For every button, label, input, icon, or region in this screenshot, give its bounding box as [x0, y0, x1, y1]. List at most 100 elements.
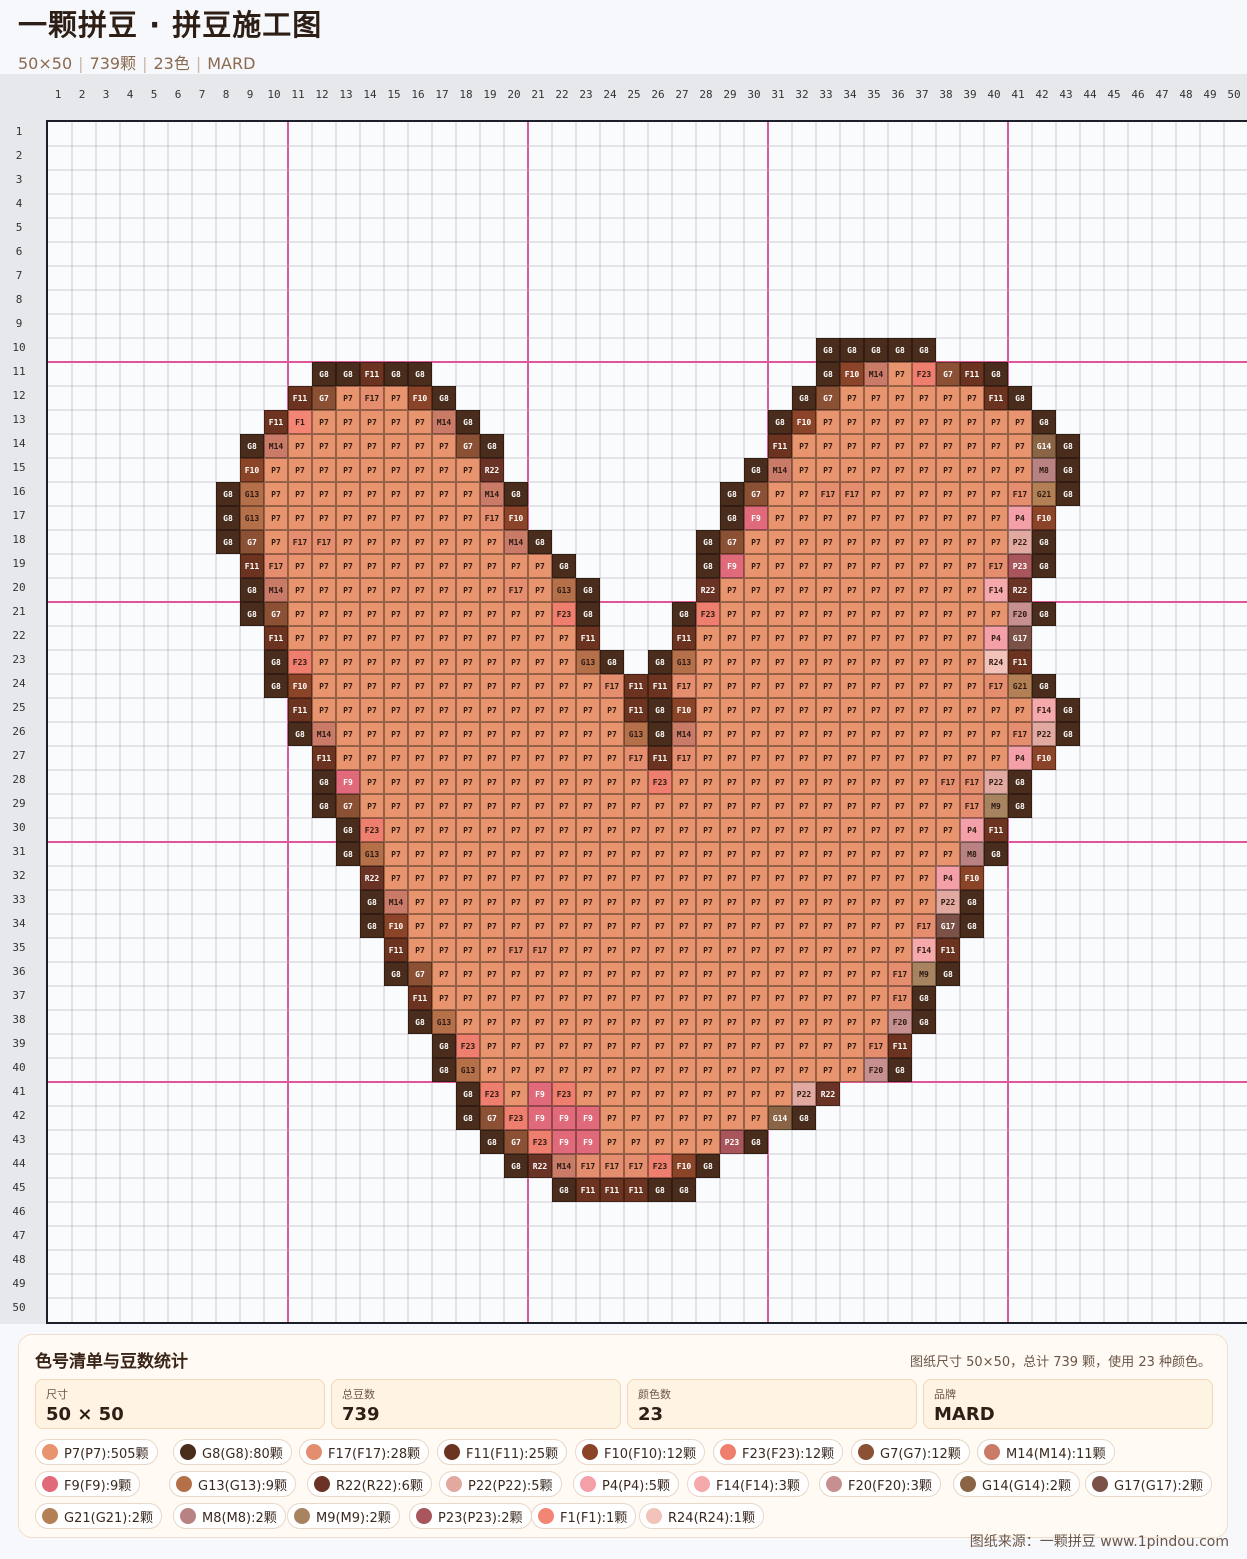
- bead-cell: P7: [432, 626, 456, 650]
- bead-cell: P7: [744, 938, 768, 962]
- bead-cell: P7: [864, 818, 888, 842]
- bead-cell: P7: [528, 842, 552, 866]
- bead-cell: P7: [768, 1010, 792, 1034]
- bead-cell: M9: [984, 794, 1008, 818]
- column-number: 5: [150, 88, 158, 101]
- bead-cell: P7: [600, 770, 624, 794]
- bead-cell: P7: [456, 626, 480, 650]
- bead-cell: P7: [912, 698, 936, 722]
- bead-cell: P22: [1008, 530, 1032, 554]
- bead-cell: P7: [696, 626, 720, 650]
- bead-cell: P7: [552, 818, 576, 842]
- bead-cell: P7: [960, 554, 984, 578]
- row-number: 39: [12, 1037, 26, 1050]
- bead-cell: F17: [840, 482, 864, 506]
- bead-cell: P7: [936, 650, 960, 674]
- bead-cell: P7: [600, 842, 624, 866]
- color-swatch: [446, 1476, 462, 1492]
- color-swatch: [314, 1476, 330, 1492]
- bead-cell: P7: [744, 1058, 768, 1082]
- bead-cell: G8: [456, 1082, 480, 1106]
- bead-cell: F23: [552, 1082, 576, 1106]
- stat-value: MARD: [934, 1404, 995, 1425]
- bead-cell: P7: [264, 506, 288, 530]
- bead-cell: F17: [672, 746, 696, 770]
- bead-cell: P7: [288, 626, 312, 650]
- legend-item: P23(P23):2颗: [409, 1503, 532, 1529]
- bead-cell: P7: [816, 698, 840, 722]
- bead-cell: P7: [672, 818, 696, 842]
- bead-cell: G8: [360, 890, 384, 914]
- bead-cell: F11: [936, 938, 960, 962]
- bead-cell: P7: [384, 506, 408, 530]
- bead-cell: P7: [432, 914, 456, 938]
- bead-cell: P7: [408, 722, 432, 746]
- bead-cell: G8: [504, 1154, 528, 1178]
- bead-cell: P7: [936, 674, 960, 698]
- bead-cell: G8: [288, 722, 312, 746]
- bead-cell: P7: [816, 794, 840, 818]
- bead-cell: P7: [720, 890, 744, 914]
- bead-cell: G13: [552, 578, 576, 602]
- bead-cell: P7: [600, 818, 624, 842]
- bead-cell: F11: [648, 674, 672, 698]
- bead-cell: P7: [960, 602, 984, 626]
- bead-cell: P7: [528, 650, 552, 674]
- bead-cell: P7: [744, 674, 768, 698]
- bead-cell: P7: [480, 602, 504, 626]
- bead-cell: P7: [432, 482, 456, 506]
- bead-cell: P7: [696, 866, 720, 890]
- bead-cell: P7: [408, 866, 432, 890]
- bead-cell: G8: [960, 890, 984, 914]
- column-number: 44: [1083, 88, 1097, 101]
- bead-cell: F11: [288, 386, 312, 410]
- bead-cell: P7: [864, 674, 888, 698]
- bead-cell: P7: [504, 626, 528, 650]
- bead-cell: P7: [936, 626, 960, 650]
- bead-cell: P7: [600, 722, 624, 746]
- bead-cell: F1: [288, 410, 312, 434]
- bead-cell: P7: [936, 530, 960, 554]
- legend-item: F1(F1):1颗: [531, 1503, 637, 1529]
- bead-cell: P7: [720, 1058, 744, 1082]
- bead-cell: P7: [432, 794, 456, 818]
- bead-cell: P7: [576, 1010, 600, 1034]
- bead-cell: P7: [552, 626, 576, 650]
- bead-cell: P7: [648, 962, 672, 986]
- bead-cell: P7: [720, 1106, 744, 1130]
- legend-item: F9(F9):9颗: [35, 1471, 141, 1497]
- bead-cell: P7: [408, 746, 432, 770]
- bead-cell: P7: [432, 698, 456, 722]
- bead-cell: P7: [936, 794, 960, 818]
- column-number: 11: [291, 88, 305, 101]
- bead-cell: P7: [408, 578, 432, 602]
- column-number: 41: [1011, 88, 1025, 101]
- bead-cell: F17: [600, 674, 624, 698]
- bead-cell: P7: [840, 986, 864, 1010]
- bead-cell: P7: [720, 746, 744, 770]
- legend-item: G17(G17):2颗: [1085, 1471, 1213, 1497]
- color-swatch: [694, 1476, 710, 1492]
- legend-label: F20(F20):3颗: [848, 1478, 932, 1494]
- bead-cell: P7: [816, 866, 840, 890]
- bead-cell: P7: [384, 530, 408, 554]
- bead-cell: P7: [528, 626, 552, 650]
- bead-cell: P7: [864, 914, 888, 938]
- bead-cell: P7: [456, 890, 480, 914]
- bead-cell: M8: [960, 842, 984, 866]
- bead-cell: P7: [624, 1034, 648, 1058]
- bead-cell: P7: [408, 890, 432, 914]
- bead-cell: P7: [432, 746, 456, 770]
- bead-cell: P7: [792, 986, 816, 1010]
- bead-cell: G8: [912, 1010, 936, 1034]
- row-number: 5: [15, 221, 23, 234]
- bead-cell: G7: [312, 386, 336, 410]
- column-number: 24: [603, 88, 617, 101]
- bead-cell: P7: [648, 1034, 672, 1058]
- page-title: 一颗拼豆 · 拼豆施工图: [18, 8, 323, 42]
- bead-cell: P7: [912, 458, 936, 482]
- bead-cell: P7: [360, 578, 384, 602]
- bead-cell: P7: [936, 554, 960, 578]
- bead-cell: P7: [552, 890, 576, 914]
- bead-cell: P7: [264, 530, 288, 554]
